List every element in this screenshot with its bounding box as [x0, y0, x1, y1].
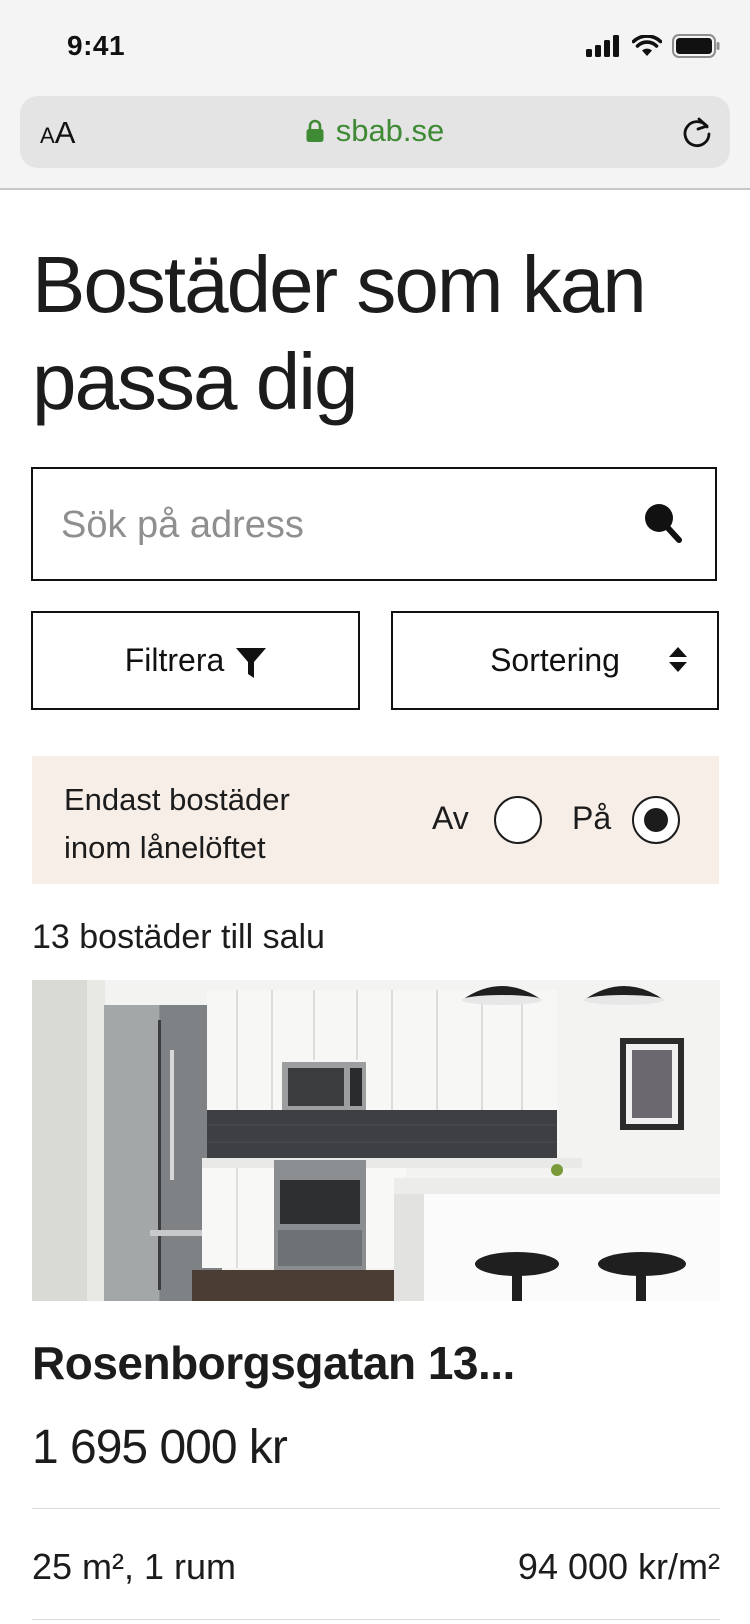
- listing-price: 1 695 000 kr: [32, 1421, 288, 1474]
- sort-arrows-icon: [669, 647, 687, 672]
- filter-button[interactable]: Filtrera: [31, 611, 360, 710]
- filter-label: Filtrera: [124, 642, 225, 678]
- option-off-radio[interactable]: [494, 796, 542, 844]
- loan-filter-label: Endast bostäder inom lånelöftet: [64, 782, 290, 865]
- option-off-label[interactable]: Av: [432, 800, 469, 837]
- browser-chrome: 9:41 AA sbab.se: [0, 0, 750, 190]
- divider: [32, 1508, 720, 1509]
- status-time: 9:41: [67, 30, 126, 61]
- divider: [32, 1619, 720, 1620]
- url-text: sbab.se: [335, 113, 445, 148]
- option-on-radio[interactable]: [632, 796, 680, 844]
- option-on-label[interactable]: På: [572, 800, 611, 837]
- page-title: Bostäder som kan passa dig: [32, 240, 647, 426]
- listing-photo[interactable]: [32, 980, 720, 1301]
- loan-filter-panel: Endast bostäder inom lånelöftet Av På: [32, 756, 719, 884]
- url-display[interactable]: sbab.se: [20, 113, 730, 149]
- search-icon[interactable]: [643, 502, 683, 544]
- cellular-signal-icon: [586, 35, 619, 57]
- results-count: 13 bostäder till salu: [32, 918, 325, 956]
- address-search[interactable]: [31, 467, 717, 581]
- battery-icon: [672, 34, 720, 58]
- search-input[interactable]: [61, 497, 621, 553]
- filter-funnel-icon: [236, 647, 267, 678]
- sort-button[interactable]: Sortering: [391, 611, 719, 710]
- address-bar[interactable]: AA sbab.se: [20, 96, 730, 168]
- kitchen-photo-illustration: [32, 980, 720, 1301]
- listing-price-per-sqm: 94 000 kr/m²: [517, 1546, 720, 1587]
- sort-label: Sortering: [490, 642, 620, 678]
- wifi-icon: [632, 35, 662, 56]
- reload-icon[interactable]: [680, 115, 714, 149]
- listing-title[interactable]: Rosenborgsgatan 13...: [32, 1336, 515, 1390]
- status-icons: [586, 34, 720, 58]
- lock-icon: [306, 119, 324, 142]
- listing-size-rooms: 25 m², 1 rum: [32, 1546, 237, 1587]
